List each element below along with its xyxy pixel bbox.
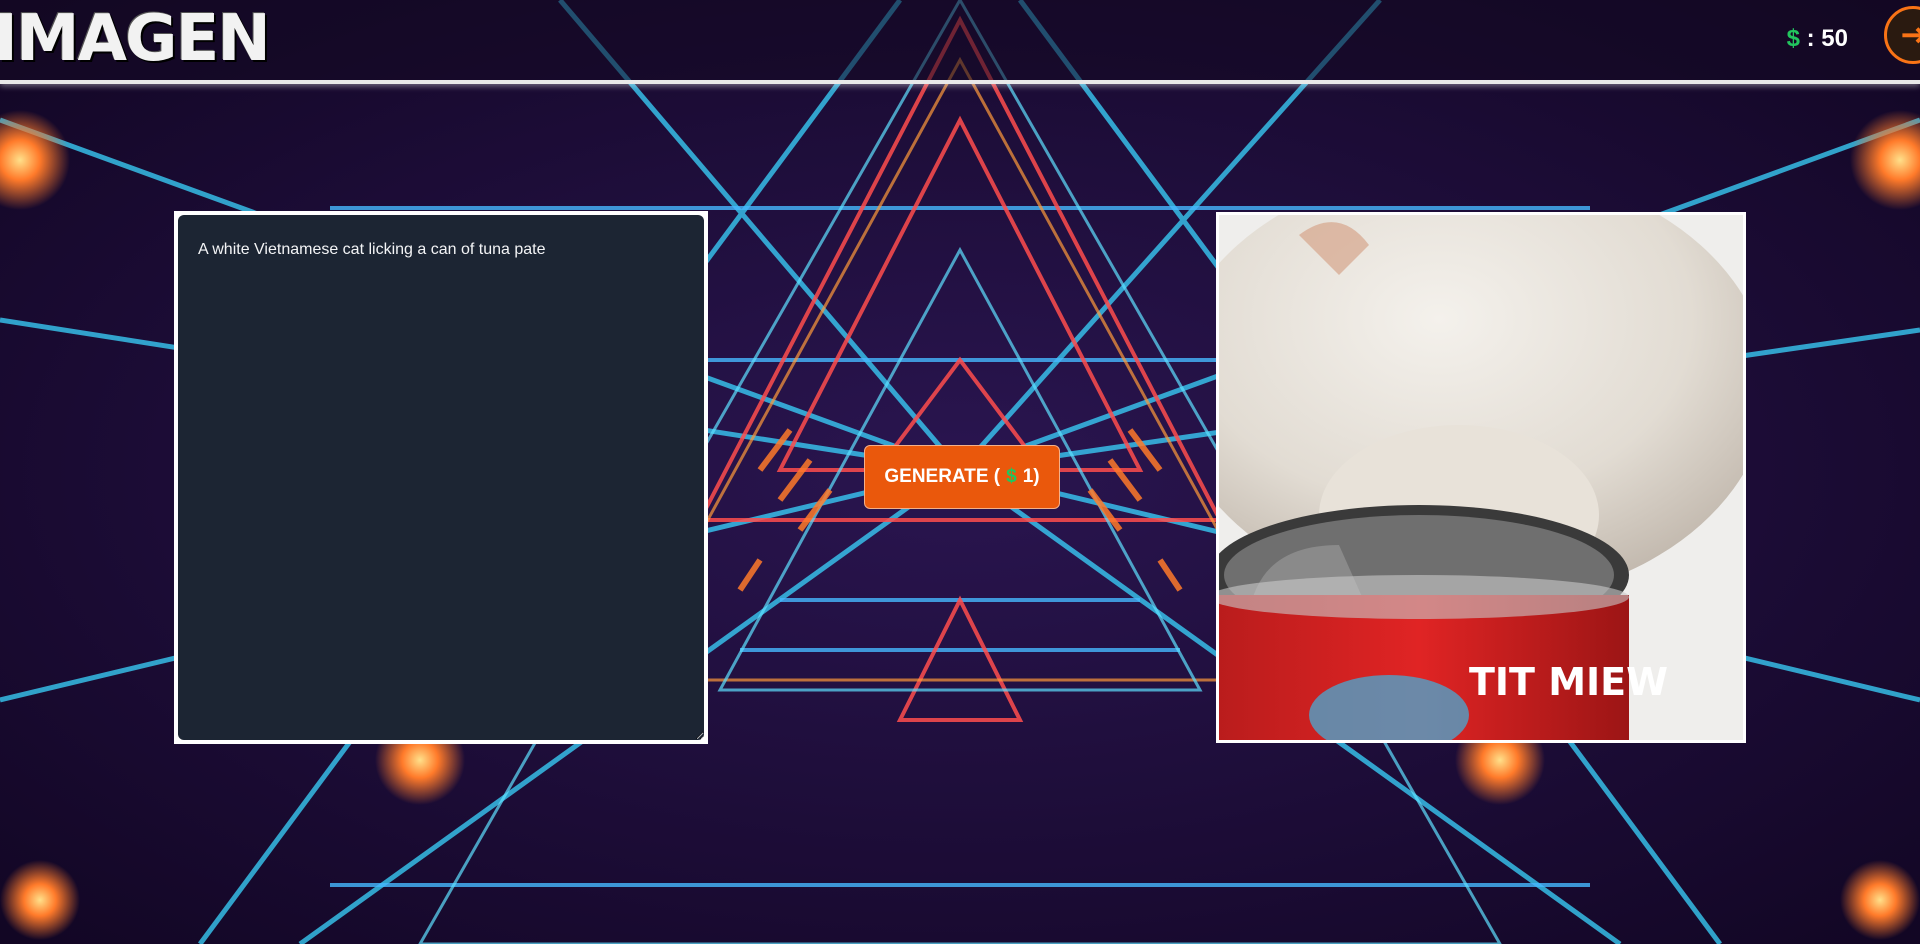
credits-balance: $ : 50 bbox=[1787, 22, 1848, 56]
can-label-text: TIT MIEW bbox=[1469, 660, 1668, 704]
credits-value: : 50 bbox=[1799, 25, 1848, 52]
generate-button[interactable]: GENERATE ( $ 1) bbox=[864, 445, 1060, 509]
generate-cost: 1) bbox=[1022, 466, 1040, 487]
generate-label: GENERATE ( bbox=[884, 466, 1001, 487]
logout-icon: ⇥ bbox=[1901, 16, 1920, 54]
top-header: IMAGEN $ : 50 ⇥ bbox=[0, 0, 1920, 84]
cat-licking-tuna-can-image: TIT MIEW bbox=[1219, 215, 1743, 740]
generated-image[interactable]: TIT MIEW bbox=[1219, 215, 1743, 740]
output-panel: TIT MIEW bbox=[1216, 212, 1746, 743]
logout-button[interactable]: ⇥ bbox=[1884, 6, 1920, 64]
app-logo[interactable]: IMAGEN bbox=[0, 4, 271, 74]
prompt-input[interactable] bbox=[178, 215, 704, 740]
dollar-icon: $ bbox=[1006, 466, 1017, 487]
dollar-icon: $ bbox=[1786, 25, 1800, 52]
prompt-panel bbox=[174, 211, 708, 744]
